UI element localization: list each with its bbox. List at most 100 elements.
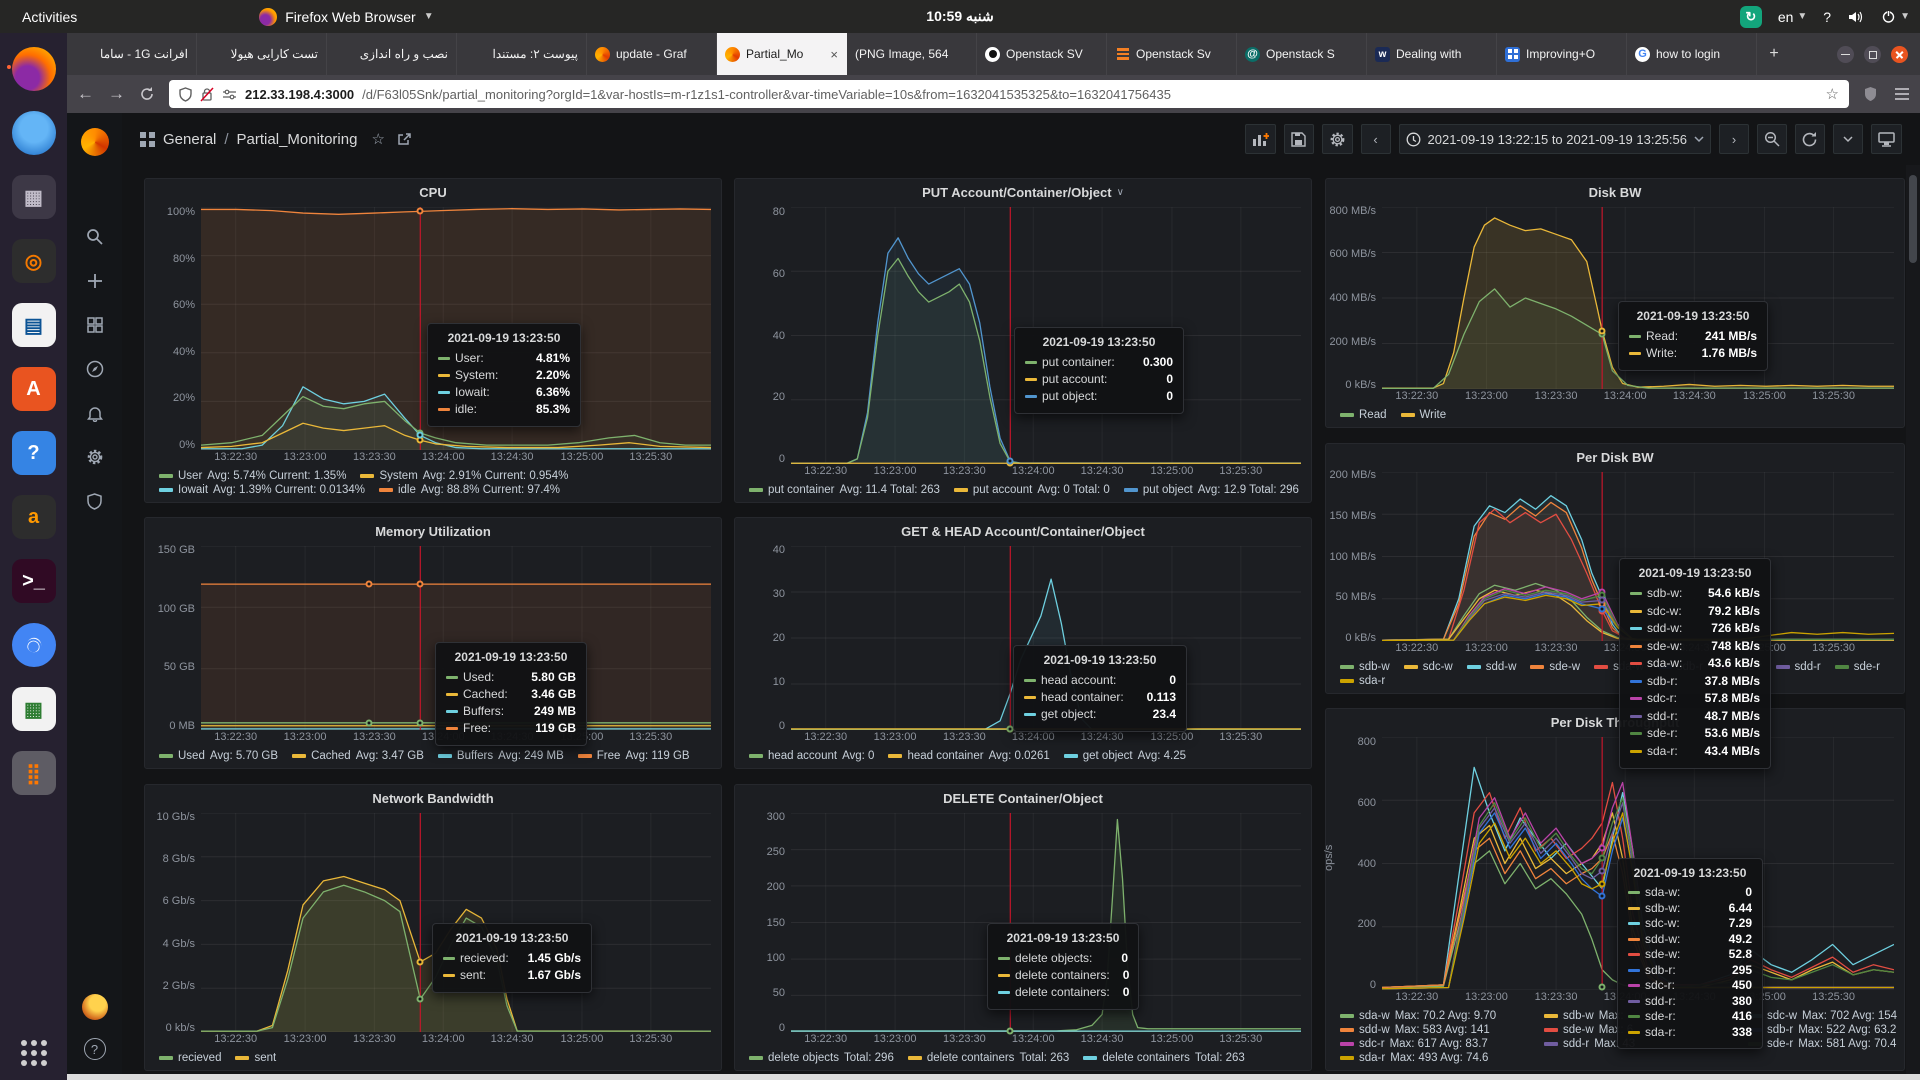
- add-panel-button[interactable]: [1245, 124, 1276, 154]
- save-dashboard-button[interactable]: [1284, 124, 1314, 154]
- legend-item[interactable]: sdc-rMax: 617 Avg: 83.7: [1340, 1038, 1530, 1050]
- legend-item[interactable]: FreeAvg: 119 GB: [578, 750, 690, 762]
- close-button[interactable]: [1891, 46, 1908, 63]
- legend-item[interactable]: sdd-r: [1776, 661, 1821, 673]
- explore-icon[interactable]: [67, 347, 122, 391]
- panel-title[interactable]: Disk BW: [1326, 179, 1904, 205]
- create-icon[interactable]: [67, 259, 122, 303]
- legend-item[interactable]: UserAvg: 5.74% Current: 1.35%: [159, 470, 346, 482]
- power-menu[interactable]: ▼: [1881, 9, 1910, 24]
- extension-icon[interactable]: [1863, 86, 1878, 102]
- sync-icon[interactable]: ↻: [1740, 6, 1762, 28]
- legend-item[interactable]: head accountAvg: 0: [749, 750, 874, 762]
- panel-title[interactable]: GET & HEAD Account/Container/Object: [735, 518, 1311, 544]
- dock-item-terminal[interactable]: >_: [8, 555, 60, 607]
- new-tab-button[interactable]: +: [1757, 33, 1791, 75]
- legend-item[interactable]: BuffersAvg: 249 MB: [438, 750, 564, 762]
- legend-item[interactable]: sde-w: [1530, 661, 1580, 673]
- legend-item[interactable]: delete containersTotal: 263: [908, 1052, 1069, 1064]
- menu-icon[interactable]: [1894, 87, 1910, 101]
- clock[interactable]: شنبه 10:59: [926, 8, 993, 25]
- search-icon[interactable]: [67, 215, 122, 259]
- panel-title[interactable]: DELETE Container/Object: [735, 785, 1311, 811]
- tab[interactable]: Openstack Sv: [1107, 33, 1237, 75]
- show-applications-button[interactable]: [21, 1040, 47, 1066]
- tab[interactable]: Ghow to login: [1627, 33, 1757, 75]
- server-admin-shield-icon[interactable]: [67, 479, 122, 523]
- insecure-lock-icon[interactable]: [200, 87, 214, 102]
- panel-title[interactable]: Per Disk BW: [1326, 444, 1904, 470]
- legend-item[interactable]: sent: [235, 1052, 276, 1064]
- legend-item[interactable]: sde-r: [1835, 661, 1880, 673]
- breadcrumb-dashboard[interactable]: Partial_Monitoring: [237, 131, 358, 148]
- panel-disk-bw[interactable]: Disk BW800 MB/s600 MB/s400 MB/s200 MB/s0…: [1325, 178, 1905, 428]
- favorite-star-icon[interactable]: ☆: [371, 130, 384, 148]
- legend-item[interactable]: head containerAvg: 0.0261: [888, 750, 1049, 762]
- legend-item[interactable]: sde-rMax: 581 Avg: 70.4: [1748, 1038, 1897, 1050]
- zoom-out-button[interactable]: [1757, 124, 1787, 154]
- tab[interactable]: (PNG Image, 564: [847, 33, 977, 75]
- panel-memory-utilization[interactable]: Memory Utilization150 GB100 GB50 GB0 MB1…: [144, 517, 722, 769]
- tab[interactable]: wDealing with: [1367, 33, 1497, 75]
- tab[interactable]: Openstack SV: [977, 33, 1107, 75]
- dock-item-firefox[interactable]: [8, 43, 60, 95]
- legend-item[interactable]: put accountAvg: 0 Total: 0: [954, 484, 1110, 496]
- panel-title[interactable]: CPU: [145, 179, 721, 205]
- legend-item[interactable]: sdc-wMax: 702 Avg: 154: [1748, 1010, 1897, 1022]
- legend-item[interactable]: Write: [1401, 409, 1447, 421]
- help-icon[interactable]: ?: [84, 1038, 106, 1060]
- legend-item[interactable]: sdd-wMax: 583 Avg: 141: [1340, 1024, 1530, 1036]
- legend-item[interactable]: sdb-w: [1340, 661, 1390, 673]
- tab[interactable]: نصب و راه اندازی: [327, 33, 457, 75]
- dock-item-shotwell[interactable]: ◎: [8, 235, 60, 287]
- breadcrumb-section[interactable]: General: [163, 131, 216, 148]
- legend-item[interactable]: idleAvg: 88.8% Current: 97.4%: [379, 484, 560, 496]
- dock-item-help[interactable]: ?: [8, 427, 60, 479]
- tab[interactable]: Partial_Mo×: [717, 33, 847, 75]
- shield-icon[interactable]: [179, 87, 192, 102]
- legend-item[interactable]: put objectAvg: 12.9 Total: 296: [1124, 484, 1299, 496]
- tab[interactable]: @Openstack S: [1237, 33, 1367, 75]
- dock-item-calculator[interactable]: ⣿: [8, 747, 60, 799]
- legend-item[interactable]: sda-r: [1340, 675, 1385, 687]
- tab[interactable]: update - Graf: [587, 33, 717, 75]
- tab[interactable]: افرانت 1G - ساما: [67, 33, 197, 75]
- configuration-gear-icon[interactable]: [67, 435, 122, 479]
- alerting-bell-icon[interactable]: [67, 391, 122, 435]
- legend-item[interactable]: delete objectsTotal: 296: [749, 1052, 894, 1064]
- legend-item[interactable]: put containerAvg: 11.4 Total: 263: [749, 484, 940, 496]
- scrollbar-thumb[interactable]: [1909, 175, 1917, 263]
- app-menu[interactable]: Firefox Web Browser ▼: [259, 8, 433, 26]
- volume-icon[interactable]: [1847, 9, 1865, 25]
- panel-per-disk-throughput[interactable]: Per Disk Throughputops/s800600400200013:…: [1325, 708, 1905, 1071]
- forward-button[interactable]: →: [108, 84, 125, 104]
- scrollbar[interactable]: [1906, 165, 1920, 1074]
- panel-title[interactable]: Network Bandwidth: [145, 785, 721, 811]
- panel-per-disk-bw[interactable]: Per Disk BW200 MB/s150 MB/s100 MB/s50 MB…: [1325, 443, 1905, 694]
- activities-button[interactable]: Activities: [0, 9, 99, 25]
- legend-item[interactable]: sda-wMax: 70.2 Avg: 9.70: [1340, 1010, 1530, 1022]
- legend-item[interactable]: UsedAvg: 5.70 GB: [159, 750, 278, 762]
- time-range-picker[interactable]: 2021-09-19 13:22:15 to 2021-09-19 13:25:…: [1399, 124, 1712, 154]
- panel-title[interactable]: Per Disk Throughput: [1326, 709, 1904, 735]
- time-forward-button[interactable]: ›: [1719, 124, 1749, 154]
- tab[interactable]: Improving+O: [1497, 33, 1627, 75]
- legend-item[interactable]: SystemAvg: 2.91% Current: 0.954%: [360, 470, 568, 482]
- legend-item[interactable]: Read: [1340, 409, 1387, 421]
- dock-item-thunderbird[interactable]: [8, 107, 60, 159]
- tab-close-icon[interactable]: ×: [830, 47, 838, 62]
- bookmark-star-icon[interactable]: ☆: [1826, 85, 1839, 103]
- url-bar[interactable]: 212.33.198.4:3000/d/F63l05Snk/partial_mo…: [169, 80, 1849, 108]
- legend-item[interactable]: recieved: [159, 1052, 221, 1064]
- legend-item[interactable]: sdd-w: [1467, 661, 1517, 673]
- dashboard-settings-button[interactable]: [1322, 124, 1353, 154]
- dock-item-amazon[interactable]: a: [8, 491, 60, 543]
- legend-item[interactable]: CachedAvg: 3.47 GB: [292, 750, 424, 762]
- back-button[interactable]: ←: [77, 84, 94, 104]
- tab[interactable]: تست کارایی هیولا: [197, 33, 327, 75]
- kiosk-mode-button[interactable]: [1871, 124, 1902, 154]
- refresh-button[interactable]: [1795, 124, 1825, 154]
- share-icon[interactable]: [397, 132, 412, 146]
- legend-item[interactable]: IowaitAvg: 1.39% Current: 0.0134%: [159, 484, 365, 496]
- tab[interactable]: پیوست ۲: مستندا: [457, 33, 587, 75]
